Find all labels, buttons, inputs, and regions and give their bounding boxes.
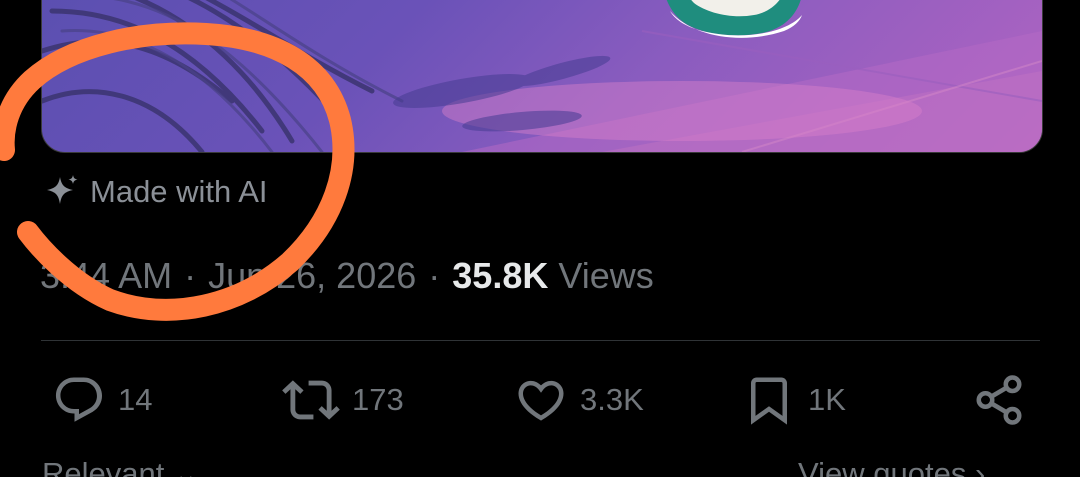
like-count: 3.3K [580,382,644,417]
meta-separator: · [184,255,197,296]
divider [41,340,1040,341]
repost-count: 173 [352,382,404,417]
share-button[interactable] [972,370,1026,430]
sort-replies-dropdown[interactable]: Relevant ⌄ [42,456,199,477]
post-date[interactable]: Jun 26, 2026 [208,255,416,297]
view-quotes-label: View quotes [798,456,967,477]
post-detail-view: Made with AI 3:44 AM · Jun 26, 2026 · 35… [0,0,1080,477]
bookmark-icon [742,373,796,427]
bookmark-count: 1K [808,382,846,417]
bookmark-button[interactable]: 1K [742,370,846,430]
reply-icon [52,373,106,427]
post-meta: 3:44 AM · Jun 26, 2026 · 35.8K Views [40,252,654,300]
view-quotes-link[interactable]: View quotes › [798,456,985,477]
sort-label: Relevant [42,456,165,477]
repost-button[interactable]: 173 [282,370,404,430]
sparkle-icon [42,173,80,211]
post-time[interactable]: 3:44 AM [40,255,172,297]
reply-button[interactable]: 14 [52,370,152,430]
views-label[interactable]: Views [558,255,653,296]
like-button[interactable]: 3.3K [514,370,644,430]
reply-count: 14 [118,382,153,417]
views-count[interactable]: 35.8K [452,255,548,296]
chevron-down-icon: ⌄ [172,456,199,477]
meta-separator: · [428,255,441,296]
share-icon [972,373,1026,427]
post-image[interactable] [41,0,1043,153]
ai-label-text: Made with AI [90,174,268,209]
chevron-right-icon: › [974,456,986,477]
repost-icon [282,371,340,429]
ai-generated-label[interactable]: Made with AI [42,170,267,214]
heart-icon [514,373,568,427]
